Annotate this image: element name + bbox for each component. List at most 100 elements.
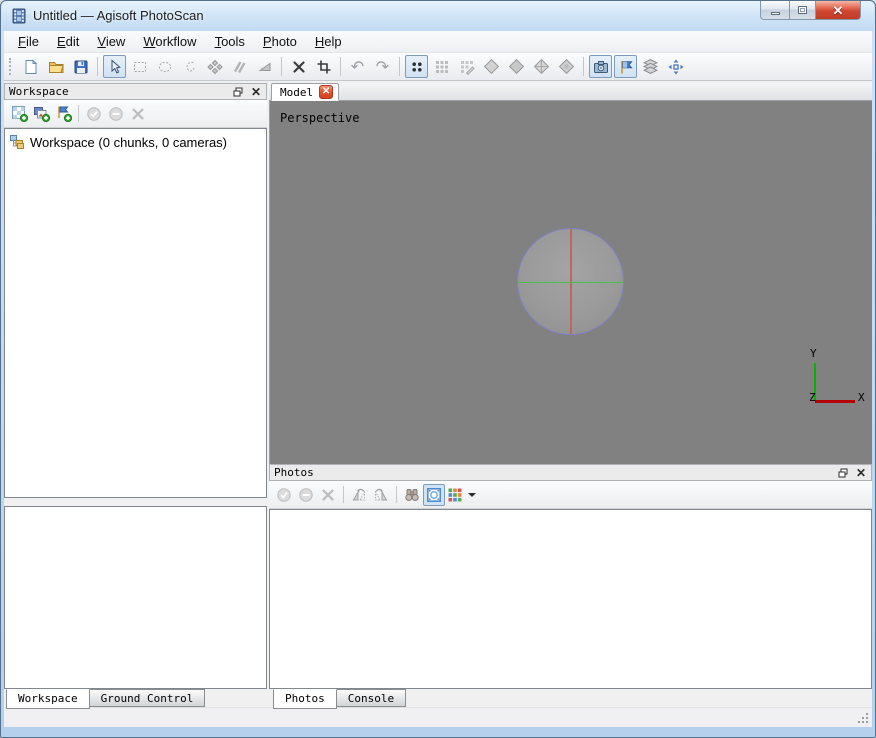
- shrink-selection-button[interactable]: [228, 55, 251, 78]
- floppy-icon: [73, 59, 89, 75]
- rotate-left-icon: [351, 487, 367, 503]
- trackball-sphere: [517, 228, 624, 335]
- disable-photo-button[interactable]: [295, 484, 317, 506]
- close-button[interactable]: ✕: [816, 1, 861, 20]
- show-cameras-button[interactable]: [589, 55, 612, 78]
- dashed-rect-icon: [132, 59, 148, 75]
- enable-item-button[interactable]: [83, 103, 105, 125]
- rotate-ccw-button[interactable]: [348, 484, 370, 506]
- show-aligned-chunks-button[interactable]: [639, 55, 662, 78]
- ground-control-panel: [4, 506, 267, 689]
- toolbar-separator: [396, 486, 397, 503]
- move-arrows-icon: [668, 59, 684, 75]
- invert-selection-button[interactable]: [253, 55, 276, 78]
- wireframe-view-button[interactable]: [530, 55, 553, 78]
- tab-console[interactable]: Console: [336, 689, 406, 707]
- find-photo-button[interactable]: [401, 484, 423, 506]
- page-icon: [23, 59, 39, 75]
- menu-workflow[interactable]: Workflow: [134, 31, 205, 52]
- add-chunk-button[interactable]: [8, 103, 30, 125]
- maximize-icon: [798, 6, 807, 14]
- solid-view-button[interactable]: [505, 55, 528, 78]
- workspace-dock: Workspace ✕: [4, 81, 267, 707]
- float-panel-button[interactable]: [230, 85, 246, 99]
- menu-photo[interactable]: Photo: [254, 31, 306, 52]
- point-cloud-view-button[interactable]: [405, 55, 428, 78]
- minimize-icon: [771, 12, 780, 15]
- model-viewport[interactable]: Perspective Y Z X: [269, 101, 872, 464]
- check-circle-icon: [276, 487, 292, 503]
- minus-circle-icon: [298, 487, 314, 503]
- dense-cloud-classes-view-button[interactable]: [455, 55, 478, 78]
- axis-x-label: X: [858, 391, 865, 404]
- status-bar: [4, 707, 872, 727]
- remove-photo-button[interactable]: [317, 484, 339, 506]
- menu-help[interactable]: Help: [306, 31, 351, 52]
- photos-list-area[interactable]: [269, 509, 872, 689]
- add-photos-button[interactable]: [30, 103, 52, 125]
- undo-button[interactable]: ↶: [346, 55, 369, 78]
- image-preview-icon: [426, 487, 442, 503]
- add-marker-button[interactable]: [52, 103, 74, 125]
- grow-selection-button[interactable]: [203, 55, 226, 78]
- enable-photo-button[interactable]: [273, 484, 295, 506]
- redo-button[interactable]: ↷: [371, 55, 394, 78]
- menu-bar: File Edit View Workflow Tools Photo Help: [4, 31, 872, 53]
- workspace-tree-root[interactable]: Workspace (0 chunks, 0 cameras): [7, 133, 264, 151]
- dot-grid-pencil-icon: [459, 59, 475, 75]
- menu-view[interactable]: View: [88, 31, 134, 52]
- model-tab-close-button[interactable]: ✕: [319, 85, 333, 99]
- diamond-icon: [508, 58, 525, 75]
- remove-item-button[interactable]: [127, 103, 149, 125]
- float-panel-button[interactable]: [835, 466, 851, 480]
- menu-tools[interactable]: Tools: [206, 31, 254, 52]
- close-panel-button[interactable]: ✕: [248, 85, 264, 99]
- close-icon: ✕: [833, 2, 844, 19]
- resize-region-button[interactable]: [312, 55, 335, 78]
- workspace-panel-title: Workspace: [5, 85, 230, 98]
- left-dock-tabbar: Workspace Ground Control: [6, 689, 205, 709]
- show-markers-button[interactable]: [614, 55, 637, 78]
- dropdown-arrow-icon: [468, 493, 476, 497]
- menu-file[interactable]: File: [9, 31, 48, 52]
- minimize-button[interactable]: [760, 1, 789, 20]
- toolbar-separator: [281, 57, 282, 76]
- toolbar-separator: [583, 57, 584, 76]
- delete-selection-button[interactable]: [287, 55, 310, 78]
- new-project-button[interactable]: [19, 55, 42, 78]
- rotate-cw-button[interactable]: [370, 484, 392, 506]
- tab-ground-control[interactable]: Ground Control: [89, 689, 206, 707]
- maximize-button[interactable]: [789, 1, 816, 20]
- photos-panel-header: Photos ✕: [269, 464, 872, 481]
- menu-edit[interactable]: Edit: [48, 31, 88, 52]
- toolbar-drag-handle[interactable]: [9, 58, 13, 75]
- workspace-panel-header: Workspace ✕: [4, 83, 267, 100]
- shaded-view-button[interactable]: [480, 55, 503, 78]
- close-panel-button[interactable]: ✕: [853, 466, 869, 480]
- cursor-icon: [107, 59, 123, 75]
- float-icon: [233, 87, 243, 97]
- thumbnail-size-button[interactable]: [445, 484, 477, 506]
- trackball-horizontal-axis: [518, 282, 624, 283]
- tab-photos[interactable]: Photos: [273, 689, 337, 709]
- workspace-tree-root-label: Workspace (0 chunks, 0 cameras): [30, 135, 227, 150]
- axis-z-label: Z: [809, 391, 816, 404]
- disable-item-button[interactable]: [105, 103, 127, 125]
- navigation-mode-button[interactable]: [664, 55, 687, 78]
- resize-grip[interactable]: [857, 712, 869, 724]
- circle-selection-button[interactable]: [153, 55, 176, 78]
- tab-model[interactable]: Model ✕: [271, 83, 339, 101]
- dense-cloud-view-button[interactable]: [430, 55, 453, 78]
- tab-workspace[interactable]: Workspace: [6, 689, 90, 709]
- textured-view-button[interactable]: [555, 55, 578, 78]
- free-form-selection-button[interactable]: [178, 55, 201, 78]
- undo-arrow-icon: ↶: [351, 59, 364, 75]
- preview-mode-button[interactable]: [423, 484, 445, 506]
- open-project-button[interactable]: [44, 55, 67, 78]
- save-project-button[interactable]: [69, 55, 92, 78]
- camera-icon: [593, 59, 609, 75]
- app-window: Untitled — Agisoft PhotoScan ✕ File Edit…: [0, 0, 876, 738]
- rectangle-selection-button[interactable]: [128, 55, 151, 78]
- left-horizontal-splitter[interactable]: [4, 498, 267, 506]
- navigation-tool-button[interactable]: [103, 55, 126, 78]
